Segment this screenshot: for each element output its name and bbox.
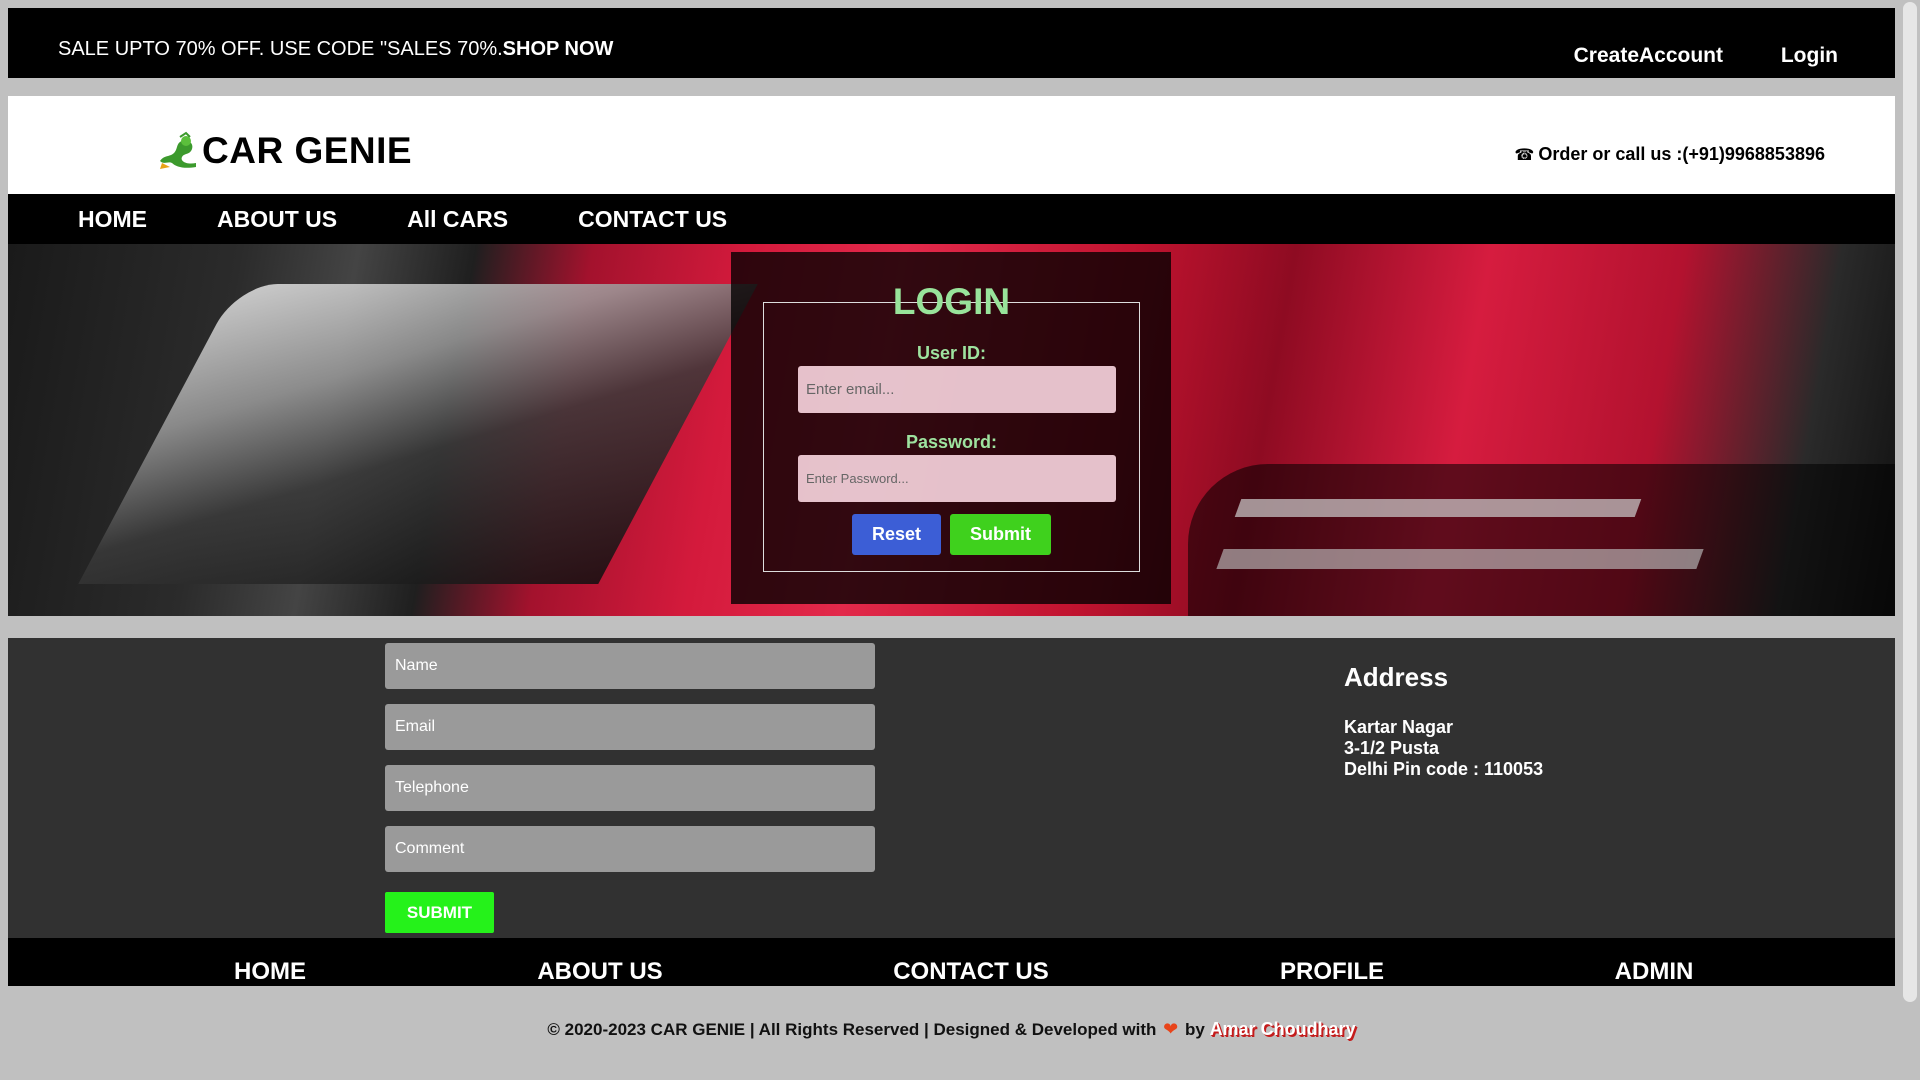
- login-form: LOGIN User ID: Password: Reset Submit: [763, 281, 1140, 572]
- account-links: CreateAccount Login: [1522, 44, 1838, 68]
- login-title: LOGIN: [892, 281, 1011, 322]
- car-light-strip: [1234, 499, 1642, 517]
- address-block: Address Kartar Nagar 3-1/2 Pusta Delhi P…: [1344, 662, 1543, 780]
- copyright-text: © 2020-2023 CAR GENIE | All Rights Reser…: [547, 1020, 1157, 1039]
- name-input[interactable]: [385, 643, 875, 689]
- address-line: Kartar Nagar: [1344, 717, 1454, 737]
- password-label: Password:: [905, 432, 998, 452]
- car-window-graphic: [78, 284, 758, 584]
- footer-nav-contact-us[interactable]: CONTACT US: [893, 958, 1049, 986]
- nav-home[interactable]: HOME: [78, 206, 147, 233]
- email-input[interactable]: [385, 704, 875, 750]
- nav-all-cars[interactable]: All CARS: [407, 206, 508, 233]
- hero-banner: LOGIN User ID: Password: Reset Submit: [8, 244, 1895, 616]
- contact-section: SUBMIT Address Kartar Nagar 3-1/2 Pusta …: [8, 638, 1895, 938]
- comment-input[interactable]: [385, 826, 875, 872]
- password-input[interactable]: [798, 455, 1116, 502]
- page: SALE UPTO 70% OFF. USE CODE "SALES 70%.S…: [8, 8, 1895, 986]
- user-id-label: User ID:: [916, 343, 987, 363]
- phone-icon: ☎: [1514, 147, 1535, 164]
- address-line: 3-1/2 Pusta: [1344, 738, 1440, 758]
- brand-name: CAR GENIE: [202, 130, 413, 171]
- call-info: ☎ Order or call us :(+91)9968853896: [1514, 144, 1825, 165]
- promo-text: SALE UPTO 70% OFF. USE CODE "SALES 70%.: [58, 38, 503, 60]
- car-light-strip: [1216, 549, 1704, 569]
- footer-nav: HOME ABOUT US CONTACT US PROFILE ADMIN: [8, 938, 1895, 986]
- contact-submit-button[interactable]: SUBMIT: [385, 892, 494, 933]
- telephone-input[interactable]: [385, 765, 875, 811]
- promo-banner: SALE UPTO 70% OFF. USE CODE "SALES 70%.S…: [58, 38, 613, 61]
- shop-now-link[interactable]: SHOP NOW: [503, 38, 614, 60]
- create-account-link[interactable]: CreateAccount: [1574, 44, 1723, 67]
- copyright-line: © 2020-2023 CAR GENIE | All Rights Reser…: [8, 1019, 1895, 1040]
- footer-nav-home[interactable]: HOME: [234, 958, 306, 986]
- brand-logo[interactable]: CAR GENIE: [156, 130, 412, 172]
- address-title: Address: [1344, 662, 1449, 692]
- heart-icon: ❤: [1163, 1019, 1179, 1039]
- address-line: Delhi Pin code : 110053: [1344, 759, 1544, 779]
- reset-button[interactable]: Reset: [852, 514, 941, 555]
- scrollbar-thumb[interactable]: [1903, 2, 1917, 1002]
- promo-bar: SALE UPTO 70% OFF. USE CODE "SALES 70%.S…: [8, 8, 1895, 78]
- genie-logo-icon: [160, 131, 196, 169]
- car-grille-graphic: [1188, 464, 1895, 616]
- submit-button[interactable]: Submit: [950, 514, 1051, 555]
- main-nav: HOME ABOUT US All CARS CONTACT US: [8, 194, 1895, 244]
- login-link[interactable]: Login: [1781, 44, 1838, 67]
- nav-contact-us[interactable]: CONTACT US: [578, 206, 727, 233]
- login-panel: LOGIN User ID: Password: Reset Submit: [731, 252, 1171, 604]
- page-scrollbar[interactable]: [1898, 0, 1920, 1080]
- call-text: Order or call us :(+91)9968853896: [1538, 144, 1825, 164]
- author-name: Amar Choudhary: [1209, 1019, 1356, 1039]
- footer-nav-profile[interactable]: PROFILE: [1280, 958, 1384, 986]
- footer-nav-admin[interactable]: ADMIN: [1615, 958, 1694, 986]
- nav-about-us[interactable]: ABOUT US: [217, 206, 337, 233]
- footer-nav-about-us[interactable]: ABOUT US: [537, 958, 662, 986]
- site-header: CAR GENIE ☎ Order or call us :(+91)996885…: [8, 96, 1895, 194]
- user-id-input[interactable]: [798, 366, 1116, 413]
- by-text: by: [1184, 1020, 1205, 1039]
